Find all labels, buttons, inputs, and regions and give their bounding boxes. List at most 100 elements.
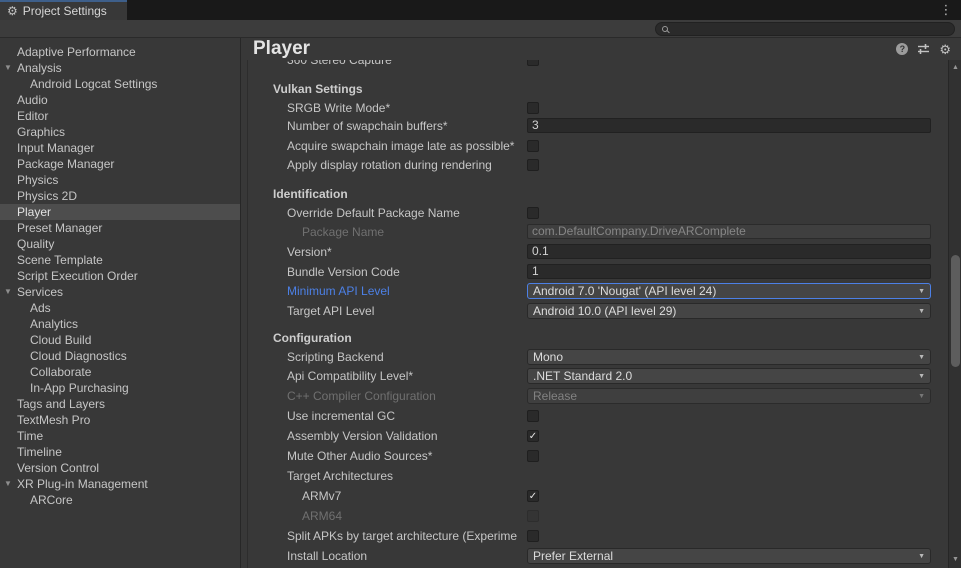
settings-gear-icon: ⚙ [7, 5, 18, 17]
sidebar-item-label: Package Manager [0, 156, 240, 172]
sidebar-item-label: ARCore [0, 492, 240, 508]
field-label: C++ Compiler Configuration [287, 388, 526, 404]
row-scripting-backend: Scripting Backend Mono ▼ [241, 349, 948, 365]
sidebar-item-audio[interactable]: Audio [0, 92, 240, 108]
scroll-down-icon[interactable]: ▼ [949, 554, 961, 566]
sidebar-item-label: TextMesh Pro [0, 412, 240, 428]
sidebar-item-label: Input Manager [0, 140, 240, 156]
tab-project-settings[interactable]: ⚙ Project Settings [0, 0, 127, 20]
target-api-level-dropdown[interactable]: Android 10.0 (API level 29) ▼ [527, 303, 931, 319]
bundle-version-code-field[interactable]: 1 [527, 264, 931, 279]
apply-display-rotation-checkbox[interactable] [527, 159, 539, 171]
field-label: Install Location [287, 548, 526, 564]
check-icon: ✓ [528, 431, 538, 442]
field-label: Acquire swapchain image late as possible… [287, 138, 526, 154]
sidebar-item-label: Script Execution Order [0, 268, 240, 284]
section-header: Identification [273, 186, 573, 202]
acquire-swapchain-late-checkbox[interactable] [527, 140, 539, 152]
sidebar-item-package-manager[interactable]: Package Manager [0, 156, 240, 172]
sidebar-item-label: In-App Purchasing [0, 380, 240, 396]
package-name-field: com.DefaultCompany.DriveARComplete [527, 224, 931, 239]
row-acquire-swapchain-late: Acquire swapchain image late as possible… [241, 138, 948, 154]
install-location-dropdown[interactable]: Prefer External ▼ [527, 548, 931, 564]
sidebar-item-ads[interactable]: Ads [0, 300, 240, 316]
sidebar-item-timeline[interactable]: Timeline [0, 444, 240, 460]
srgb-write-mode-checkbox[interactable] [527, 102, 539, 114]
field-label: Scripting Backend [287, 349, 526, 365]
settings-rows: 360 Stereo Capture Vulkan Settings SRGB … [241, 38, 948, 568]
row-install-location: Install Location Prefer External ▼ [241, 548, 948, 564]
foldout-triangle-icon[interactable]: ▼ [3, 60, 13, 76]
split-apks-checkbox[interactable] [527, 530, 539, 542]
field-label: Split APKs by target architecture (Exper… [287, 528, 526, 544]
scrollbar-thumb[interactable] [951, 255, 960, 367]
assembly-version-validation-checkbox[interactable]: ✓ [527, 430, 539, 442]
row-bundle-version-code: Bundle Version Code 1 [241, 264, 948, 280]
armv7-checkbox[interactable]: ✓ [527, 490, 539, 502]
search-input[interactable] [672, 23, 948, 35]
field-label: Override Default Package Name [287, 205, 526, 221]
page-title: Player [253, 38, 896, 60]
sidebar-item-quality[interactable]: Quality [0, 236, 240, 252]
sidebar-item-label: Physics 2D [0, 188, 240, 204]
sidebar-item-version-control[interactable]: Version Control [0, 460, 240, 476]
window-menu-kebab-icon[interactable]: ⋮ [939, 2, 953, 18]
sidebar-item-cloud-diagnostics[interactable]: Cloud Diagnostics [0, 348, 240, 364]
sidebar-item-input-manager[interactable]: Input Manager [0, 140, 240, 156]
field-label: Minimum API Level [287, 283, 526, 299]
minimum-api-level-dropdown[interactable]: Android 7.0 'Nougat' (API level 24) ▼ [527, 283, 931, 299]
row-minimum-api-level: Minimum API Level Android 7.0 'Nougat' (… [241, 283, 948, 299]
mute-other-audio-sources-checkbox[interactable] [527, 450, 539, 462]
settings-sidebar: Adaptive Performance ▼Analysis Android L… [0, 38, 240, 568]
dropdown-value: Release [533, 389, 577, 403]
sidebar-item-scene-template[interactable]: Scene Template [0, 252, 240, 268]
player-settings-pane: 360 Stereo Capture Vulkan Settings SRGB … [241, 38, 961, 568]
sidebar-item-adaptive-performance[interactable]: Adaptive Performance [0, 44, 240, 60]
search-box[interactable] [655, 22, 955, 36]
sidebar-item-graphics[interactable]: Graphics [0, 124, 240, 140]
chevron-down-icon: ▼ [918, 389, 925, 404]
sidebar-item-physics[interactable]: Physics [0, 172, 240, 188]
row-srgb-write-mode: SRGB Write Mode* [241, 100, 948, 116]
sidebar-item-label: Audio [0, 92, 240, 108]
help-icon[interactable]: ? [896, 43, 908, 55]
sidebar-item-label: Version Control [0, 460, 240, 476]
vertical-scrollbar[interactable]: ▲ ▼ [948, 60, 961, 568]
sidebar-item-player[interactable]: Player [0, 204, 240, 220]
sidebar-item-arcore[interactable]: ARCore [0, 492, 240, 508]
sidebar-item-script-execution-order[interactable]: Script Execution Order [0, 268, 240, 284]
foldout-triangle-icon[interactable]: ▼ [3, 476, 13, 492]
sidebar-item-label: Cloud Diagnostics [0, 348, 240, 364]
gear-icon[interactable]: ⚙ [939, 43, 951, 56]
row-arm64: ARM64 [241, 508, 948, 524]
sidebar-item-physics-2d[interactable]: Physics 2D [0, 188, 240, 204]
sidebar-item-textmesh-pro[interactable]: TextMesh Pro [0, 412, 240, 428]
api-compatibility-level-dropdown[interactable]: .NET Standard 2.0 ▼ [527, 368, 931, 384]
title-bar: ⚙ Project Settings ⋮ [0, 0, 961, 20]
use-incremental-gc-checkbox[interactable] [527, 410, 539, 422]
row-package-name: Package Name com.DefaultCompany.DriveARC… [241, 224, 948, 240]
presets-icon[interactable] [917, 43, 930, 55]
sidebar-item-analysis[interactable]: ▼Analysis [0, 60, 240, 76]
scripting-backend-dropdown[interactable]: Mono ▼ [527, 349, 931, 365]
sidebar-item-tags-and-layers[interactable]: Tags and Layers [0, 396, 240, 412]
sidebar-item-analytics[interactable]: Analytics [0, 316, 240, 332]
sidebar-item-services[interactable]: ▼Services [0, 284, 240, 300]
override-package-name-checkbox[interactable] [527, 207, 539, 219]
sidebar-item-xr-plugin-management[interactable]: ▼XR Plug-in Management [0, 476, 240, 492]
sidebar-item-collaborate[interactable]: Collaborate [0, 364, 240, 380]
sidebar-item-preset-manager[interactable]: Preset Manager [0, 220, 240, 236]
section-configuration: Configuration [241, 330, 948, 346]
sidebar-item-cloud-build[interactable]: Cloud Build [0, 332, 240, 348]
swapchain-buffers-field[interactable]: 3 [527, 118, 931, 133]
sidebar-item-time[interactable]: Time [0, 428, 240, 444]
row-target-api-level: Target API Level Android 10.0 (API level… [241, 303, 948, 319]
foldout-triangle-icon[interactable]: ▼ [3, 284, 13, 300]
version-field[interactable]: 0.1 [527, 244, 931, 259]
sidebar-item-in-app-purchasing[interactable]: In-App Purchasing [0, 380, 240, 396]
dropdown-value: Android 7.0 'Nougat' (API level 24) [533, 284, 716, 298]
sidebar-item-editor[interactable]: Editor [0, 108, 240, 124]
sidebar-item-android-logcat-settings[interactable]: Android Logcat Settings [0, 76, 240, 92]
scroll-up-icon[interactable]: ▲ [949, 62, 961, 74]
row-use-incremental-gc: Use incremental GC [241, 408, 948, 424]
